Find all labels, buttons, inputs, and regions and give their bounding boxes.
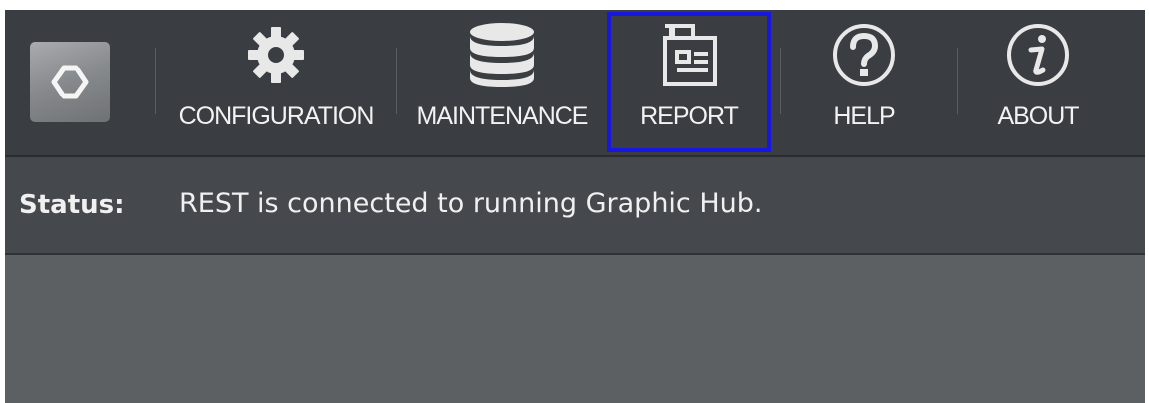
app-window: CONFIGURATION MAINTENANCE REPORT HELP AB…: [5, 10, 1145, 403]
toolbar-separator: [957, 48, 958, 114]
help-circle-icon: [833, 24, 895, 86]
toolbar-separator: [780, 48, 781, 114]
report-button[interactable]: REPORT: [607, 10, 771, 155]
about-button[interactable]: ABOUT: [975, 10, 1101, 155]
help-button[interactable]: HELP: [805, 10, 923, 155]
status-bar: Status: REST is connected to running Gra…: [5, 157, 1145, 255]
report-label: REPORT: [640, 102, 739, 130]
gear-icon: [248, 27, 304, 83]
app-logo-icon: [51, 65, 89, 99]
app-logo[interactable]: [30, 42, 110, 122]
maintenance-label: MAINTENANCE: [416, 102, 589, 130]
toolbar-separator: [396, 48, 397, 114]
status-message: REST is connected to running Graphic Hub…: [179, 188, 763, 219]
main-toolbar: CONFIGURATION MAINTENANCE REPORT HELP AB…: [5, 10, 1145, 157]
configuration-button[interactable]: CONFIGURATION: [163, 10, 389, 155]
help-label: HELP: [833, 102, 895, 130]
info-circle-icon: [1007, 24, 1069, 86]
database-icon: [470, 23, 534, 87]
content-area: [5, 255, 1145, 403]
report-icon: [663, 24, 717, 86]
maintenance-button[interactable]: MAINTENANCE: [402, 10, 602, 155]
status-label: Status:: [19, 190, 125, 220]
toolbar-separator: [155, 48, 156, 114]
configuration-label: CONFIGURATION: [178, 102, 375, 130]
about-label: ABOUT: [997, 102, 1079, 130]
